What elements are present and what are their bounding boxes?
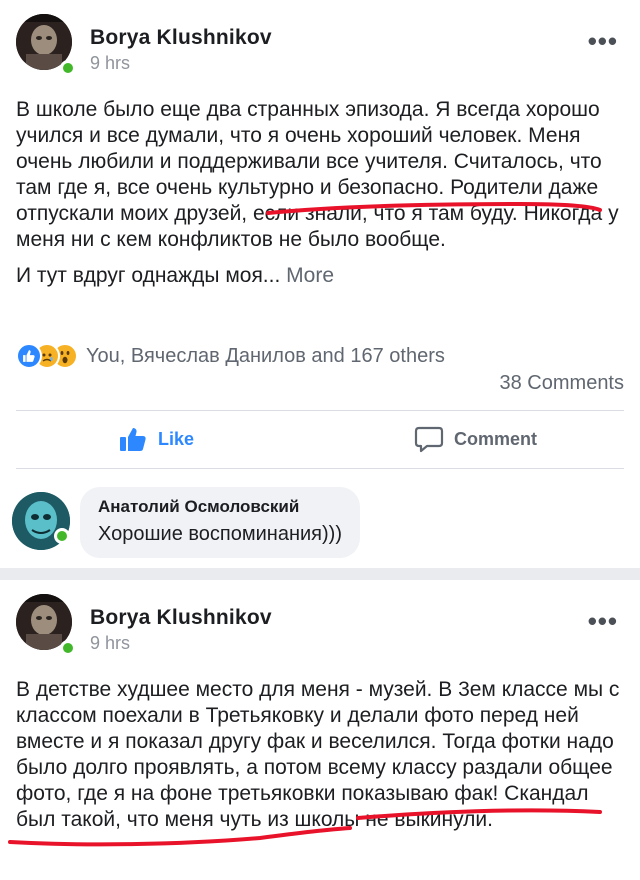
post-action-bar: Like Comment	[0, 412, 640, 466]
divider	[16, 410, 624, 411]
commenter-online-dot	[54, 528, 70, 544]
comment-button-label: Comment	[454, 428, 538, 449]
comments-count-link[interactable]: 38 Comments	[500, 372, 625, 395]
reactors-text: You, Вячеслав Данилов and 167 others	[86, 344, 445, 367]
divider	[16, 468, 624, 469]
post-body: В детстве худшее место для меня - музей.…	[16, 677, 628, 833]
post-author-name[interactable]: Borya Klushnikov	[90, 26, 272, 50]
comment-bubble[interactable]: Анатолий Осмоловский Хорошие воспоминани…	[80, 487, 360, 558]
like-button-label: Like	[158, 428, 195, 449]
online-status-dot	[60, 640, 76, 656]
post-paragraph: В детстве худшее место для меня - музей.…	[16, 678, 620, 831]
post-timestamp[interactable]: 9 hrs	[90, 633, 130, 654]
thumbs-up-icon	[120, 428, 146, 451]
post-1: Borya Klushnikov 9 hrs ••• В школе было …	[0, 0, 640, 568]
post-body: В школе было еще два странных эпизода. Я…	[16, 97, 628, 289]
post-paragraph-truncated: И тут вдруг однажды моя... More	[16, 263, 628, 289]
online-status-dot	[60, 60, 76, 76]
comment-text: Хорошие воспоминания)))	[98, 523, 342, 545]
post-paragraph-start: И тут вдруг однажды моя...	[16, 264, 287, 287]
comment-button[interactable]: Comment	[414, 412, 537, 466]
more-options-icon[interactable]: •••	[588, 26, 618, 57]
post-timestamp[interactable]: 9 hrs	[90, 53, 130, 74]
like-reaction-icon	[16, 343, 42, 369]
commenter-name[interactable]: Анатолий Осмоловский	[98, 497, 342, 517]
reactions-summary[interactable]: You, Вячеслав Данилов and 167 others	[16, 342, 445, 370]
post-paragraph: В школе было еще два странных эпизода. Я…	[16, 98, 619, 251]
post-2: Borya Klushnikov 9 hrs ••• В детстве худ…	[0, 580, 640, 880]
like-button[interactable]: Like	[118, 412, 194, 466]
feed-separator	[0, 568, 640, 580]
post-author-name[interactable]: Borya Klushnikov	[90, 606, 272, 630]
more-options-icon[interactable]: •••	[588, 606, 618, 637]
see-more-link[interactable]: More	[286, 264, 334, 287]
comment-icon	[414, 426, 444, 453]
